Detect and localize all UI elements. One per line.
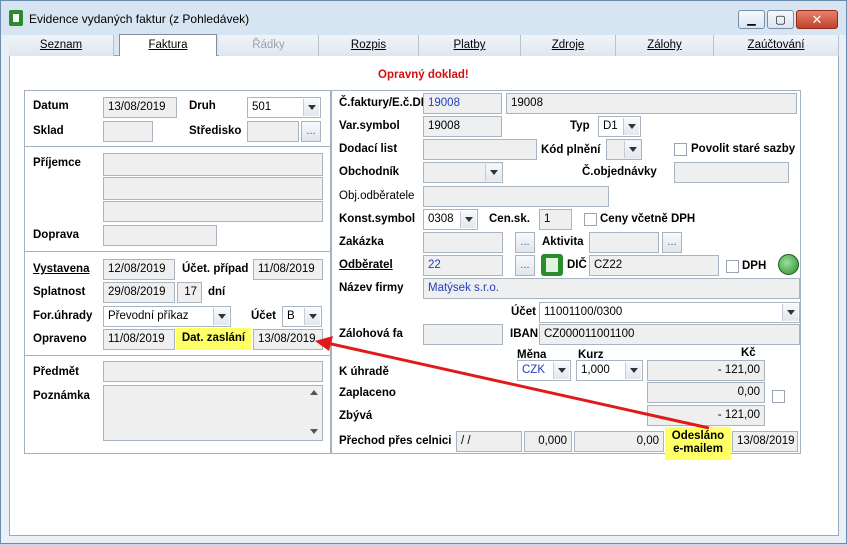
annotation-arrow [315,336,710,430]
main-window: Evidence vydaných faktur (z Pohledávek) … [0,0,847,544]
